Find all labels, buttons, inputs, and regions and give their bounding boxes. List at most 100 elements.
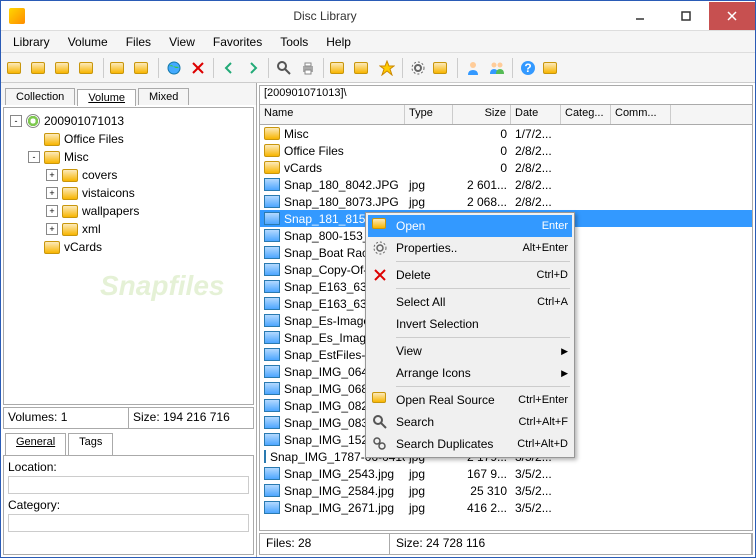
menu-files[interactable]: Files	[118, 33, 159, 51]
column-size[interactable]: Size	[453, 105, 511, 124]
ctx-invert-selection[interactable]: Invert Selection	[368, 313, 572, 335]
close-button[interactable]	[709, 2, 755, 30]
cell-date: 2/8/2...	[511, 144, 561, 158]
column-comm[interactable]: Comm...	[611, 105, 671, 124]
tree-item[interactable]: +wallpapers	[6, 202, 251, 220]
tab-collection[interactable]: Collection	[5, 88, 75, 105]
ctx-view[interactable]: View▶	[368, 340, 572, 362]
ctx-delete[interactable]: Delete Ctrl+D	[368, 264, 572, 286]
ctx-shortcut: Ctrl+D	[537, 269, 568, 281]
statusbar: Files: 28 Size: 24 728 116	[259, 533, 753, 555]
tree-expander[interactable]: +	[46, 223, 58, 235]
path-bar[interactable]: [200901071013]\	[259, 85, 753, 105]
tree-item[interactable]: -Misc	[6, 148, 251, 166]
delete-button[interactable]	[187, 57, 209, 79]
books-button[interactable]	[53, 57, 75, 79]
ctx-search[interactable]: SearchCtrl+Alt+F	[368, 411, 572, 433]
context-menu[interactable]: OpenEnterProperties..Alt+Enter Delete Ctrl…	[365, 212, 575, 458]
file-name: Misc	[284, 127, 309, 141]
column-date[interactable]: Date	[511, 105, 561, 124]
search-button[interactable]	[273, 57, 295, 79]
location-field[interactable]	[8, 476, 249, 494]
tree-item[interactable]: vCards	[6, 238, 251, 256]
open-library-button[interactable]	[29, 57, 51, 79]
maximize-button[interactable]	[663, 2, 709, 30]
tree-item[interactable]: +xml	[6, 220, 251, 238]
img-icon	[264, 484, 280, 497]
tree-item[interactable]: -200901071013	[6, 112, 251, 130]
list-row[interactable]: Snap_IMG_2543.jpgjpg167 9...3/5/2...	[260, 465, 752, 482]
tree-item[interactable]: Office Files	[6, 130, 251, 148]
ctx-label: Delete	[396, 268, 431, 282]
cell-size: 25 310	[453, 484, 511, 498]
file-name: vCards	[284, 161, 322, 175]
list-row[interactable]: Office Files02/8/2...	[260, 142, 752, 159]
help-button[interactable]: ?	[517, 57, 539, 79]
ctx-select-all[interactable]: Select AllCtrl+A	[368, 291, 572, 313]
tab-volume[interactable]: Volume	[77, 89, 136, 106]
list-row[interactable]: Snap_180_8042.JPGjpg2 601...2/8/2...	[260, 176, 752, 193]
minimize-button[interactable]	[617, 2, 663, 30]
app-icon	[9, 8, 25, 24]
tree-view[interactable]: -200901071013Office Files-Misc+covers+vi…	[3, 107, 254, 405]
globe-button[interactable]	[163, 57, 185, 79]
column-type[interactable]: Type	[405, 105, 453, 124]
menu-tools[interactable]: Tools	[272, 33, 316, 51]
status-size: Size: 24 728 116	[390, 534, 752, 554]
paste-button[interactable]	[352, 57, 374, 79]
tree-item[interactable]: +vistaicons	[6, 184, 251, 202]
list-row[interactable]: vCards02/8/2...	[260, 159, 752, 176]
refresh-disc-button[interactable]	[132, 57, 154, 79]
menu-view[interactable]: View	[161, 33, 203, 51]
tree-item[interactable]: +covers	[6, 166, 251, 184]
category-field[interactable]	[8, 514, 249, 532]
gear-button[interactable]	[407, 57, 429, 79]
forward-button[interactable]	[242, 57, 264, 79]
cell-size: 0	[453, 127, 511, 141]
new-library-button[interactable]	[5, 57, 27, 79]
tree-expander[interactable]: -	[28, 151, 40, 163]
tree-expander[interactable]: +	[46, 169, 58, 181]
btab-general[interactable]: General	[5, 433, 66, 455]
ctx-arrange-icons[interactable]: Arrange Icons▶	[368, 362, 572, 384]
book-button[interactable]	[77, 57, 99, 79]
tree-expander[interactable]: +	[46, 187, 58, 199]
file-name: Snap_IMG_2671.jpg	[284, 501, 394, 515]
column-name[interactable]: Name	[260, 105, 405, 124]
menu-help[interactable]: Help	[318, 33, 359, 51]
menu-library[interactable]: Library	[5, 33, 58, 51]
ctx-shortcut: Ctrl+Alt+F	[518, 416, 568, 428]
tree-expander[interactable]: -	[10, 115, 22, 127]
list-row[interactable]: Snap_IMG_2671.jpgjpg416 2...3/5/2...	[260, 499, 752, 516]
favorite-button[interactable]	[376, 57, 398, 79]
copy-button[interactable]	[328, 57, 350, 79]
toolbar-separator	[323, 58, 324, 78]
ctx-properties-[interactable]: Properties..Alt+Enter	[368, 237, 572, 259]
menu-volume[interactable]: Volume	[60, 33, 116, 51]
back-button[interactable]	[218, 57, 240, 79]
ctx-open-real-source[interactable]: Open Real SourceCtrl+Enter	[368, 389, 572, 411]
users-button[interactable]	[486, 57, 508, 79]
btab-tags[interactable]: Tags	[68, 433, 113, 455]
print-button[interactable]	[297, 57, 319, 79]
list-row[interactable]: Snap_180_8073.JPGjpg2 068...2/8/2...	[260, 193, 752, 210]
column-categ[interactable]: Categ...	[561, 105, 611, 124]
list-row[interactable]: Snap_IMG_2584.jpgjpg25 3103/5/2...	[260, 482, 752, 499]
ctx-open[interactable]: OpenEnter	[368, 215, 572, 237]
cell-type: jpg	[405, 501, 453, 515]
cell-size: 167 9...	[453, 467, 511, 481]
menu-favorites[interactable]: Favorites	[205, 33, 270, 51]
ctx-search-duplicates[interactable]: Search DuplicatesCtrl+Alt+D	[368, 433, 572, 455]
titlebar: Disc Library	[1, 1, 755, 31]
user-button[interactable]	[462, 57, 484, 79]
file-name: Office Files	[284, 144, 344, 158]
img-icon	[264, 246, 280, 259]
tab-mixed[interactable]: Mixed	[138, 88, 189, 105]
new-disc-button[interactable]	[108, 57, 130, 79]
img-icon	[264, 331, 280, 344]
export-button[interactable]	[431, 57, 453, 79]
list-row[interactable]: Misc01/7/2...	[260, 125, 752, 142]
folder-icon	[264, 144, 280, 157]
about-button[interactable]	[541, 57, 563, 79]
tree-expander[interactable]: +	[46, 205, 58, 217]
